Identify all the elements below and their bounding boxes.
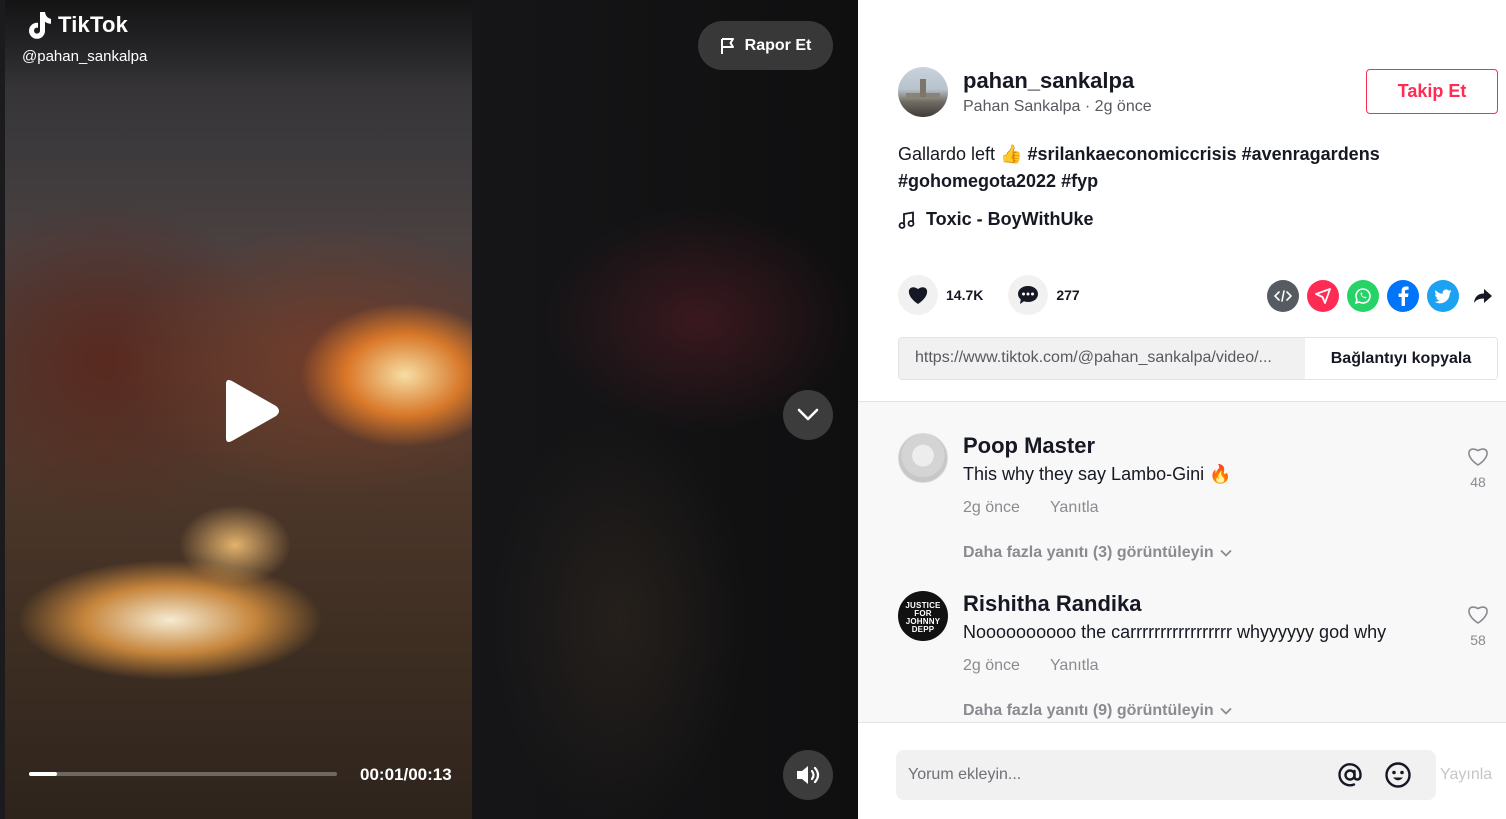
reply-button[interactable]: Yanıtla xyxy=(1050,657,1099,674)
chevron-down-icon xyxy=(1220,707,1232,715)
author-avatar[interactable] xyxy=(898,67,948,117)
video-url[interactable]: https://www.tiktok.com/@pahan_sankalpa/v… xyxy=(899,338,1305,379)
comment-time: 2g önce xyxy=(963,499,1020,516)
comment-count: 277 xyxy=(1056,287,1080,303)
separator-dot: · xyxy=(1084,98,1095,115)
view-more-replies-label: Daha fazla yanıtı (3) görüntüleyin xyxy=(963,544,1214,561)
chevron-down-icon xyxy=(797,408,819,421)
hashtag[interactable]: #srilankaeconomiccrisis xyxy=(1027,144,1236,164)
author-username[interactable]: pahan_sankalpa xyxy=(963,68,1134,94)
comment-like[interactable]: 58 xyxy=(1458,603,1498,648)
report-label: Rapor Et xyxy=(744,36,812,54)
send-icon[interactable] xyxy=(1307,280,1339,312)
volume-icon xyxy=(797,766,820,784)
comment-input-box[interactable] xyxy=(896,750,1436,800)
comment-text: This why they say Lambo-Gini 🔥 xyxy=(963,464,1232,484)
video-frame[interactable]: TikTok @pahan_sankalpa 00:01/00:13 xyxy=(5,0,472,819)
progress-bar[interactable] xyxy=(29,772,337,776)
share-row xyxy=(1267,280,1499,312)
comment-text: Noooooooooo the carrrrrrrrrrrrrrrrr whyy… xyxy=(963,622,1387,642)
video-time: 00:01/00:13 xyxy=(360,765,452,784)
comment-list[interactable]: Poop Master This why they say Lambo-Gini… xyxy=(858,401,1506,722)
copy-link-button[interactable]: Bağlantıyı kopyala xyxy=(1305,338,1497,379)
video-handle: @pahan_sankalpa xyxy=(22,48,148,65)
report-button[interactable]: Rapor Et xyxy=(698,21,833,70)
comment-like-count: 48 xyxy=(1470,474,1486,490)
volume-button[interactable] xyxy=(783,750,833,800)
commenter-avatar[interactable]: JUSTICE FOR JOHNNY DEPP xyxy=(898,591,948,641)
comment-button[interactable] xyxy=(1008,275,1049,315)
music-note-icon xyxy=(898,210,915,229)
follow-button[interactable]: Takip Et xyxy=(1366,69,1498,114)
heart-icon xyxy=(908,287,928,304)
embed-icon[interactable] xyxy=(1267,280,1299,312)
music-title: Toxic - BoyWithUke xyxy=(926,209,1094,229)
emoji-icon[interactable] xyxy=(1384,761,1412,789)
post-time: 2g önce xyxy=(1094,98,1152,115)
tiktok-logo: TikTok xyxy=(24,10,128,40)
comment-meta: 2g önce Yanıtla xyxy=(963,657,1099,675)
comment-meta: 2g önce Yanıtla xyxy=(963,499,1099,517)
play-icon[interactable] xyxy=(220,376,282,446)
video-player[interactable]: TikTok @pahan_sankalpa 00:01/00:13 Rapor… xyxy=(0,0,858,819)
music-link[interactable]: Toxic - BoyWithUke xyxy=(898,209,1094,230)
chevron-down-icon xyxy=(1220,549,1232,557)
commenter-avatar[interactable] xyxy=(898,433,948,483)
commenter-name[interactable]: Poop Master xyxy=(963,433,1095,459)
comment-time: 2g önce xyxy=(963,657,1020,674)
comment-bubble-icon xyxy=(1018,286,1039,304)
view-more-replies[interactable]: Daha fazla yanıtı (3) görüntüleyin xyxy=(963,544,1232,562)
brand-name: TikTok xyxy=(58,12,129,37)
reply-button[interactable]: Yanıtla xyxy=(1050,499,1099,516)
progress-fill xyxy=(29,772,57,776)
author-subinfo: Pahan Sankalpa · 2g önce xyxy=(963,98,1152,116)
comment-bar: Yayınla xyxy=(858,722,1506,819)
hashtag[interactable]: #avenragardens xyxy=(1242,144,1380,164)
share-arrow-icon[interactable] xyxy=(1467,280,1499,312)
action-bar: 14.7K 277 xyxy=(898,275,1080,315)
description-text: Gallardo left 👍 xyxy=(898,144,1023,164)
post-button[interactable]: Yayınla xyxy=(1440,766,1492,784)
heart-outline-icon xyxy=(1468,606,1488,624)
whatsapp-icon[interactable] xyxy=(1347,280,1379,312)
next-video-button[interactable] xyxy=(783,390,833,440)
twitter-icon[interactable] xyxy=(1427,280,1459,312)
flag-icon xyxy=(720,37,734,54)
share-link-box: https://www.tiktok.com/@pahan_sankalpa/v… xyxy=(898,337,1498,380)
view-more-replies-label: Daha fazla yanıtı (9) görüntüleyin xyxy=(963,702,1214,719)
facebook-icon[interactable] xyxy=(1387,280,1419,312)
heart-outline-icon xyxy=(1468,448,1488,466)
like-button[interactable] xyxy=(898,275,938,315)
details-panel: pahan_sankalpa Pahan Sankalpa · 2g önce … xyxy=(858,0,1506,819)
avatar-text: JUSTICE FOR JOHNNY DEPP xyxy=(905,601,941,634)
author-display-name: Pahan Sankalpa xyxy=(963,98,1081,115)
tiktok-note-icon xyxy=(29,12,51,39)
hashtag[interactable]: #fyp xyxy=(1061,171,1098,191)
comment-like-count: 58 xyxy=(1470,632,1486,648)
comment-like[interactable]: 48 xyxy=(1458,445,1498,490)
video-description: Gallardo left 👍 #srilankaeconomiccrisis … xyxy=(898,141,1458,195)
hashtag[interactable]: #gohomegota2022 xyxy=(898,171,1056,191)
mention-icon[interactable] xyxy=(1336,761,1364,789)
comment-input[interactable] xyxy=(908,750,1328,800)
like-count: 14.7K xyxy=(946,287,984,303)
commenter-name[interactable]: Rishitha Randika xyxy=(963,591,1141,617)
view-more-replies[interactable]: Daha fazla yanıtı (9) görüntüleyin xyxy=(963,702,1232,720)
